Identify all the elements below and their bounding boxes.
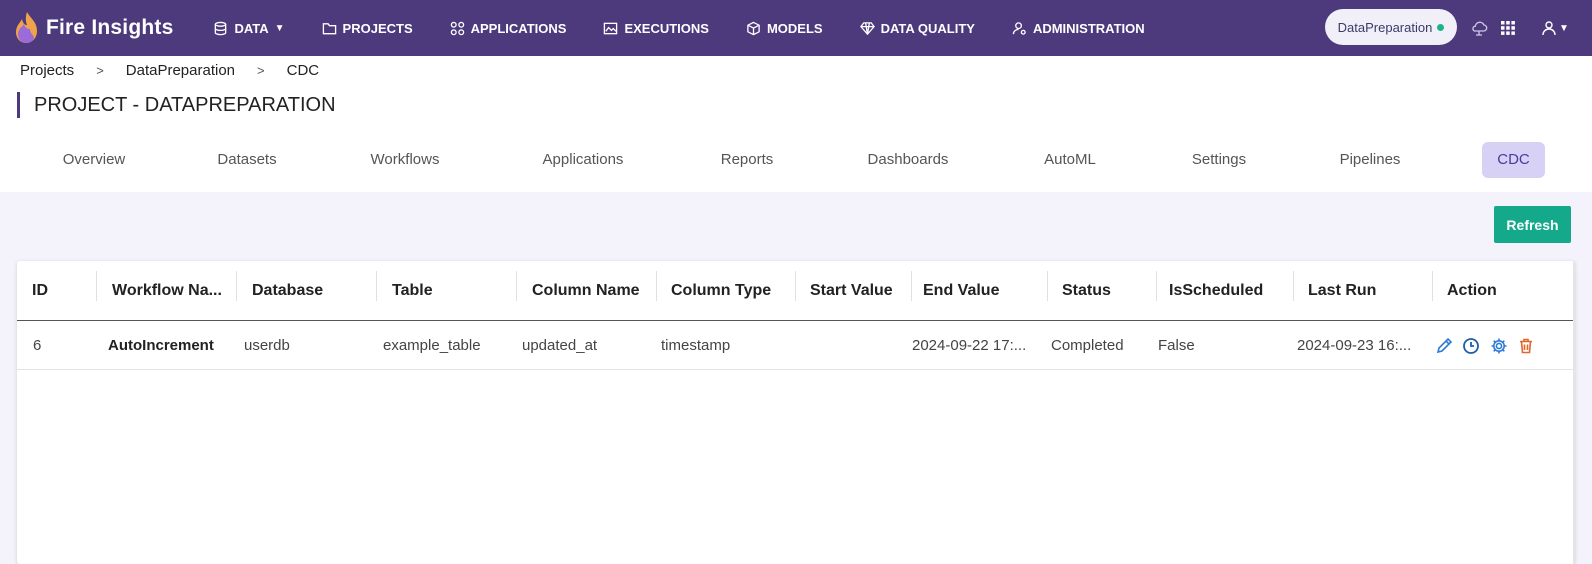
user-settings-icon <box>1012 21 1027 36</box>
column-divider <box>911 271 912 301</box>
main-menu: DATA ▼ PROJECTS APPLICATIONS EXECUTIONS <box>213 21 1181 36</box>
column-header-id[interactable]: ID <box>32 261 48 321</box>
nav-executions[interactable]: EXECUTIONS <box>603 21 709 36</box>
cell-database: userdb <box>244 337 290 354</box>
column-divider <box>1432 271 1433 301</box>
tab-dashboards[interactable]: Dashboards <box>860 142 956 178</box>
project-selector-label: DataPreparation <box>1337 19 1433 35</box>
column-header-column-name[interactable]: Column Name <box>532 261 640 321</box>
trash-icon[interactable] <box>1515 335 1537 357</box>
column-header-isscheduled[interactable]: IsScheduled <box>1169 261 1263 321</box>
status-dot <box>1437 23 1445 31</box>
folder-icon <box>322 21 337 36</box>
column-divider <box>96 271 97 301</box>
nav-data-label: DATA <box>234 20 269 36</box>
column-header-status[interactable]: Status <box>1062 261 1111 321</box>
caret-down-icon: ▼ <box>274 22 285 34</box>
tab-datasets[interactable]: Datasets <box>207 142 287 178</box>
project-tabs: Overview Datasets Workflows Applications… <box>0 142 1592 178</box>
column-divider <box>376 271 377 301</box>
edit-icon[interactable] <box>1433 335 1455 357</box>
cell-table: example_table <box>383 337 481 354</box>
column-header-column-type[interactable]: Column Type <box>671 261 771 321</box>
tab-workflows[interactable]: Workflows <box>365 142 445 178</box>
brand[interactable]: Fire Insights <box>12 11 173 45</box>
column-header-action: Action <box>1447 282 1497 299</box>
cell-column-name: updated_at <box>522 337 598 354</box>
apps-menu-icon[interactable] <box>1498 18 1518 38</box>
user-menu-icon[interactable]: ▼ <box>1540 18 1570 38</box>
tab-applications[interactable]: Applications <box>530 142 636 178</box>
tab-pipelines[interactable]: Pipelines <box>1332 142 1408 178</box>
caret-down-icon: ▼ <box>1559 22 1569 34</box>
breadcrumb-current: CDC <box>286 62 320 79</box>
nav-data[interactable]: DATA ▼ <box>213 20 285 36</box>
chevron-right-icon: > <box>257 63 265 78</box>
cell-isscheduled: False <box>1158 337 1195 354</box>
apps-grid-icon <box>450 21 465 36</box>
column-header-last-run[interactable]: Last Run <box>1308 261 1376 321</box>
nav-data-quality-label: DATA QUALITY <box>880 20 975 36</box>
table-row[interactable]: 6 AutoIncrement userdb example_table upd… <box>17 322 1575 370</box>
breadcrumb: Projects > DataPreparation > CDC <box>20 62 319 79</box>
brand-name: Fire Insights <box>46 16 174 39</box>
cdc-table: ID Workflow Na... Database Table Column … <box>17 261 1575 564</box>
page-header: Projects > DataPreparation > CDC PROJECT… <box>0 56 1592 192</box>
nav-administration[interactable]: ADMINISTRATION <box>1012 21 1145 36</box>
column-header-start-value[interactable]: Start Value <box>810 261 893 321</box>
database-icon <box>213 21 228 36</box>
cell-end-value: 2024-09-22 17:... <box>912 337 1027 354</box>
page-title: PROJECT - DATAPREPARATION <box>17 92 336 118</box>
image-chart-icon <box>603 21 618 36</box>
project-selector[interactable]: DataPreparation <box>1325 9 1457 45</box>
column-divider <box>516 271 517 301</box>
cell-last-run: 2024-09-23 16:... <box>1297 337 1412 354</box>
cell-workflow[interactable]: AutoIncrement <box>108 322 214 370</box>
column-divider <box>1156 271 1157 301</box>
tab-overview[interactable]: Overview <box>56 142 132 178</box>
column-divider <box>656 271 657 301</box>
nav-applications-label: APPLICATIONS <box>470 20 567 36</box>
cell-column-type: timestamp <box>661 337 731 354</box>
breadcrumb-projects[interactable]: Projects <box>20 62 74 79</box>
tab-reports[interactable]: Reports <box>709 142 785 178</box>
table-header: ID Workflow Na... Database Table Column … <box>17 261 1575 321</box>
clock-icon[interactable] <box>1460 335 1482 357</box>
nav-administration-label: ADMINISTRATION <box>1032 20 1145 36</box>
nav-models-label: MODELS <box>766 20 823 36</box>
vertical-scrollbar[interactable] <box>1573 261 1575 564</box>
column-divider <box>795 271 796 301</box>
cloud-icon[interactable] <box>1469 18 1489 38</box>
column-divider <box>236 271 237 301</box>
top-navbar: Fire Insights DATA ▼ PROJECTS APPLICATIO… <box>0 0 1592 56</box>
diamond-icon <box>859 21 875 36</box>
column-header-table[interactable]: Table <box>392 261 433 321</box>
nav-executions-label: EXECUTIONS <box>624 20 709 36</box>
column-divider <box>1293 271 1294 301</box>
column-header-database[interactable]: Database <box>252 261 323 321</box>
nav-projects-label: PROJECTS <box>342 20 413 36</box>
column-divider <box>1047 271 1048 301</box>
refresh-button[interactable]: Refresh <box>1494 206 1571 243</box>
tab-cdc[interactable]: CDC <box>1482 142 1545 178</box>
tab-settings[interactable]: Settings <box>1180 142 1258 178</box>
chevron-right-icon: > <box>96 63 104 78</box>
tab-automl[interactable]: AutoML <box>1036 142 1104 178</box>
nav-data-quality[interactable]: DATA QUALITY <box>859 20 975 36</box>
settings-gear-icon[interactable] <box>1488 335 1510 357</box>
cube-icon <box>746 21 761 36</box>
column-header-workflow[interactable]: Workflow Na... <box>112 261 222 321</box>
cell-id: 6 <box>33 337 42 354</box>
nav-projects[interactable]: PROJECTS <box>322 21 413 36</box>
nav-models[interactable]: MODELS <box>746 21 823 36</box>
cell-status: Completed <box>1051 337 1124 354</box>
breadcrumb-project[interactable]: DataPreparation <box>126 62 235 79</box>
column-header-end-value[interactable]: End Value <box>923 261 999 321</box>
flame-logo-icon <box>16 12 37 43</box>
nav-applications[interactable]: APPLICATIONS <box>450 20 567 36</box>
